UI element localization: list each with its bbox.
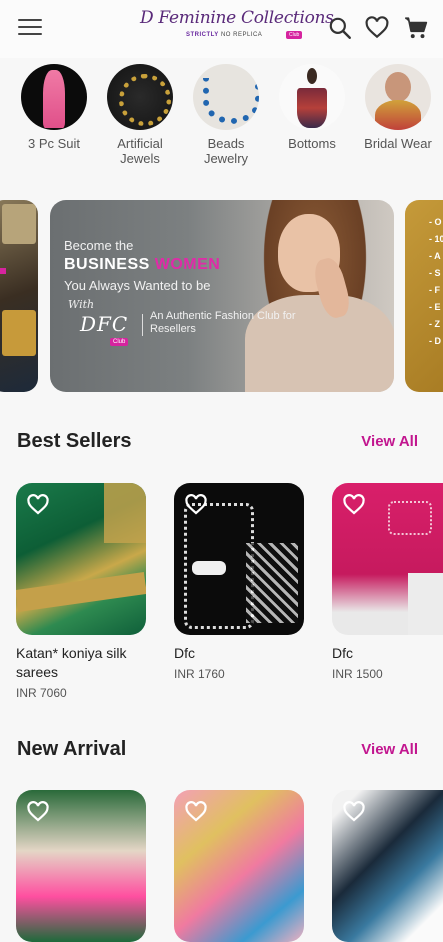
banner-next-line: - E	[429, 302, 441, 312]
category-bridal-wear[interactable]: Bridal Wear	[358, 64, 438, 151]
category-3-pc-suit[interactable]: 3 Pc Suit	[14, 64, 94, 151]
category-image	[21, 64, 87, 130]
wishlist-heart-icon[interactable]	[26, 493, 50, 517]
best-sellers-title: Best Sellers	[17, 430, 132, 452]
wishlist-heart-icon[interactable]	[26, 800, 50, 824]
banner-headline-word-2: WOMEN	[154, 256, 221, 273]
banner-headline-word-1: BUSINESS	[64, 256, 150, 273]
new-arrival-title: New Arrival	[17, 738, 127, 760]
product-name: Dfc	[332, 645, 353, 661]
category-artificial-jewels[interactable]: Artificial Jewels	[100, 64, 180, 166]
product-name: Katan* koniya silk sarees	[16, 645, 127, 680]
category-image	[279, 64, 345, 130]
cart-icon[interactable]	[403, 15, 429, 41]
category-label: Bottoms	[288, 136, 336, 151]
banner-next-line: - O	[429, 217, 442, 227]
banner-dfc-logo: DFC	[80, 312, 129, 336]
banner-slide-current[interactable]: Become the BUSINESS WOMEN You Always Wan…	[50, 200, 394, 392]
banner-next-line: - F	[429, 285, 440, 295]
banner-next-line: - 10	[429, 234, 443, 244]
wishlist-heart-icon[interactable]	[184, 493, 208, 517]
category-label: Bridal Wear	[364, 136, 432, 151]
product-image[interactable]	[174, 483, 304, 635]
product-card[interactable]	[174, 790, 304, 942]
category-label: Beads Jewelry	[203, 136, 249, 166]
product-image[interactable]	[332, 790, 443, 942]
banner-slide-previous[interactable]	[0, 200, 38, 392]
banner-next-line: - S	[429, 268, 441, 278]
product-price: INR 1760	[174, 667, 225, 681]
product-card[interactable]: Dfc INR 1760	[174, 483, 304, 681]
banner-next-line: - D	[429, 336, 441, 346]
banner-next-line: - Z	[429, 319, 440, 329]
banner-slide-next[interactable]: - O - 10 - A - S - F - E - Z - D	[405, 200, 443, 392]
brand-tagline-prefix: STRICTLY	[186, 32, 219, 38]
product-image[interactable]	[16, 790, 146, 942]
banner-divider	[142, 314, 143, 336]
product-name: Dfc	[174, 645, 195, 661]
wishlist-heart-icon[interactable]	[184, 800, 208, 824]
app-header: D Feminine Collections STRICTLY NO REPLI…	[0, 0, 443, 58]
category-image	[107, 64, 173, 130]
category-beads-jewelry[interactable]: Beads Jewelry	[186, 64, 266, 166]
banner-club-badge: Club	[110, 338, 129, 346]
category-bottoms[interactable]: Bottoms	[272, 64, 352, 151]
product-card[interactable]	[16, 790, 146, 942]
product-card[interactable]: Dfc INR 1500	[332, 483, 443, 681]
brand-badge: Club	[286, 31, 303, 39]
category-image	[365, 64, 431, 130]
category-label: 3 Pc Suit	[27, 136, 81, 151]
banner-line-1: Become the	[64, 238, 134, 253]
brand-tagline: STRICTLY NO REPLICA	[186, 32, 262, 38]
wishlist-heart-icon[interactable]	[342, 493, 366, 517]
product-image[interactable]	[174, 790, 304, 942]
banner-line-3: You Always Wanted to be	[64, 278, 211, 293]
banner-tagline: An Authentic Fashion Club for Resellers	[150, 310, 296, 335]
product-price: INR 1500	[332, 667, 383, 681]
product-price: INR 7060	[16, 686, 67, 700]
menu-icon[interactable]	[18, 16, 42, 36]
wishlist-heart-icon[interactable]	[364, 15, 390, 41]
banner-with-text: With	[68, 298, 95, 311]
category-row: 3 Pc Suit Artificial Jewels Beads Jewelr…	[0, 64, 443, 176]
banner-headline: BUSINESS WOMEN	[64, 256, 220, 274]
brand-tagline-text: NO REPLICA	[220, 32, 263, 38]
search-icon[interactable]	[327, 15, 353, 41]
banner-next-line: - A	[429, 251, 441, 261]
promo-carousel[interactable]: Become the BUSINESS WOMEN You Always Wan…	[0, 198, 443, 394]
product-card[interactable]	[332, 790, 443, 942]
new-arrival-view-all-link[interactable]: View All	[361, 741, 418, 758]
brand-name: D Feminine Collections	[140, 8, 334, 28]
product-image[interactable]	[16, 483, 146, 635]
category-label: Artificial Jewels	[117, 136, 163, 166]
category-image	[193, 64, 259, 130]
best-sellers-view-all-link[interactable]: View All	[361, 433, 418, 450]
banner-next-list: - O - 10 - A - S - F - E - Z - D	[429, 214, 443, 350]
brand-logo[interactable]: D Feminine Collections STRICTLY NO REPLI…	[140, 8, 334, 44]
wishlist-heart-icon[interactable]	[342, 800, 366, 824]
product-image[interactable]	[332, 483, 443, 635]
product-card[interactable]: Katan* koniya silk sarees INR 7060	[16, 483, 146, 700]
